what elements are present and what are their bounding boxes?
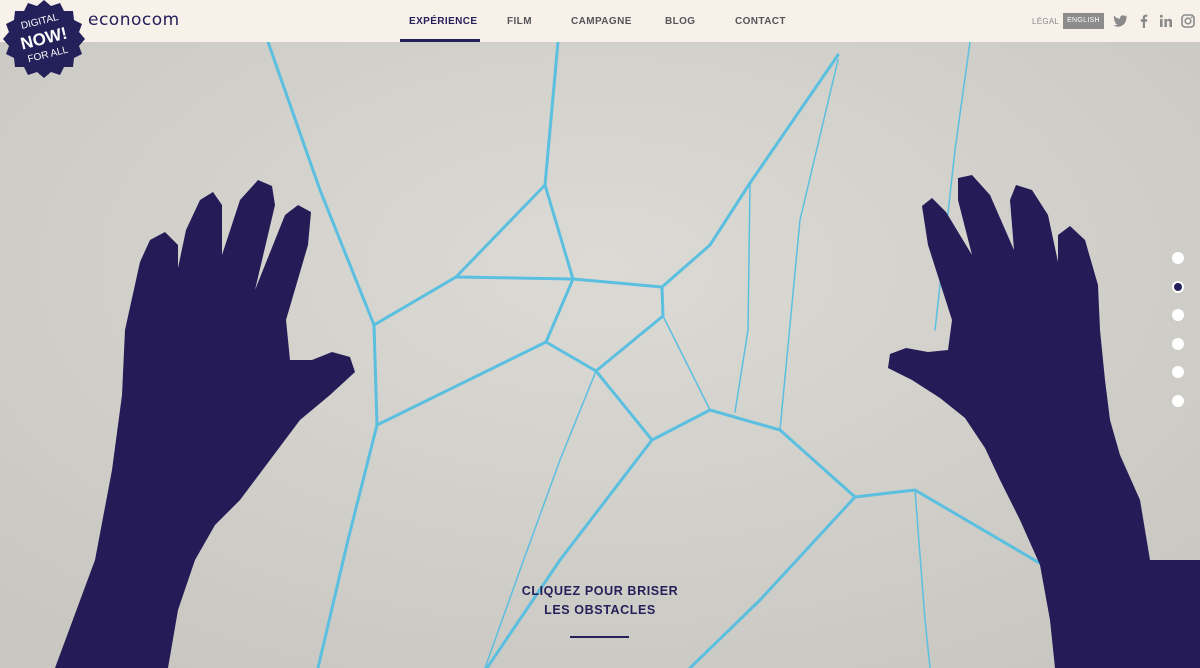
nav-item-campagne[interactable]: CAMPAGNE [571,16,632,27]
linkedin-icon[interactable] [1158,13,1174,29]
slide-dot-5[interactable] [1172,366,1184,379]
cta-line-1: CLIQUEZ POUR BRISER [521,584,679,598]
nav-item-film[interactable]: FILM [507,16,532,27]
top-header: econocom EXPÉRIENCE FILM CAMPAGNE BLOG C… [0,0,1200,42]
instagram-icon[interactable] [1180,13,1196,29]
digital-now-badge-logo[interactable]: DIGITAL NOW! FOR ALL [1,0,87,84]
hero-illustration[interactable] [0,0,1200,668]
slide-dot-4[interactable] [1172,337,1184,350]
language-toggle-button[interactable]: ENGLISH [1063,13,1104,29]
cta-line-2: LES OBSTACLES [544,603,656,617]
nav-item-experience[interactable]: EXPÉRIENCE [409,16,477,27]
slide-dot-3[interactable] [1172,309,1184,322]
slide-dot-6[interactable] [1172,394,1184,407]
twitter-icon[interactable] [1112,13,1128,29]
slide-pager [1172,252,1186,424]
slide-dot-1[interactable] [1172,252,1184,264]
cta-underline [570,636,629,638]
nav-item-blog[interactable]: BLOG [665,16,696,27]
legal-link[interactable]: LÉGAL [1032,17,1059,26]
break-obstacles-cta[interactable]: CLIQUEZ POUR BRISER LES OBSTACLES [480,582,720,620]
active-nav-indicator [400,39,480,42]
slide-dot-2[interactable] [1172,280,1184,293]
brand-wordmark[interactable]: econocom [88,10,180,30]
nav-item-contact[interactable]: CONTACT [735,16,786,27]
facebook-icon[interactable] [1136,13,1152,29]
